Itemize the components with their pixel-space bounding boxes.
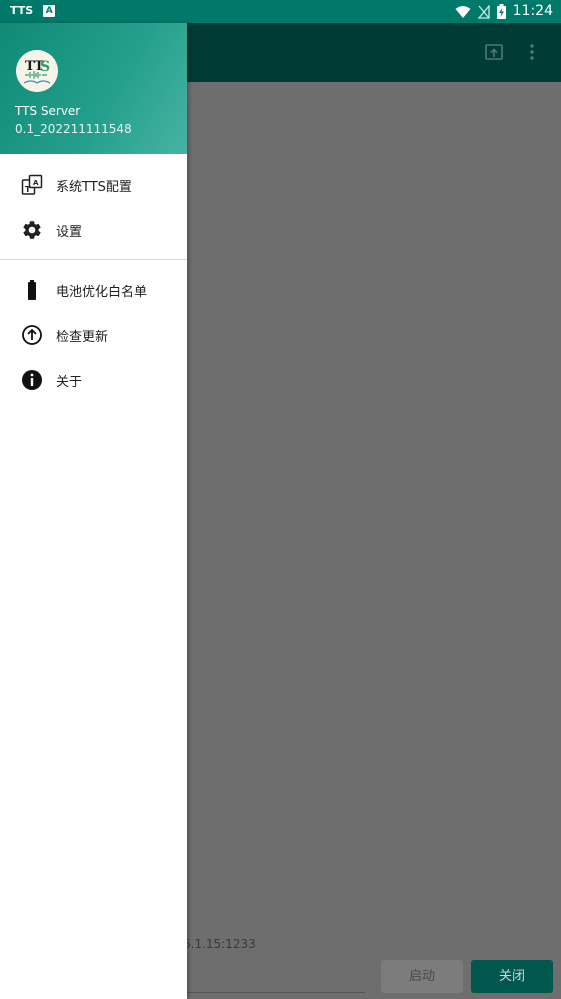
menu-label: 电池优化白名单 <box>56 285 148 300</box>
status-bar: TTS A 11:24 <box>0 0 561 23</box>
signal-off-icon <box>477 4 490 19</box>
drawer-divider <box>0 259 187 260</box>
svg-text:T: T <box>25 185 31 194</box>
input-underline <box>185 992 365 993</box>
app-logo: TT S <box>16 50 58 92</box>
svg-text:A: A <box>33 179 39 187</box>
menu-item-check-update[interactable]: 检查更新 <box>0 312 187 357</box>
app-version: 0.1_202211111548 <box>15 122 132 136</box>
arrow-up-circle-icon <box>22 325 42 345</box>
tts-notification-icon: TTS <box>10 4 34 17</box>
open-in-browser-icon[interactable] <box>485 43 503 61</box>
drawer-header: TT S TTS Server 0.1_202211111548 <box>0 23 187 154</box>
start-button[interactable]: 启动 <box>381 960 463 993</box>
battery-charging-icon <box>496 4 506 19</box>
close-button[interactable]: 关闭 <box>471 960 553 993</box>
menu-label: 系统TTS配置 <box>56 180 132 195</box>
app-notification-icon: A <box>43 4 56 17</box>
battery-icon <box>28 280 36 300</box>
menu-item-system-tts-config[interactable]: T A 系统TTS配置 <box>0 162 187 207</box>
app-name: TTS Server <box>15 104 81 118</box>
server-address: 6.1.15:1233 <box>183 937 256 951</box>
menu-label: 设置 <box>56 225 83 240</box>
gear-icon <box>23 221 41 239</box>
wifi-icon <box>455 5 471 18</box>
menu-label: 检查更新 <box>56 330 109 345</box>
menu-item-about[interactable]: 关于 <box>0 357 187 402</box>
menu-label: 关于 <box>56 375 83 390</box>
svg-text:S: S <box>40 59 50 75</box>
more-vert-icon[interactable] <box>528 43 536 61</box>
navigation-drawer: TT S TTS Server 0.1_202211111548 T A 系统T… <box>0 23 187 999</box>
menu-item-settings[interactable]: 设置 <box>0 207 187 252</box>
clock: 11:24 <box>512 3 553 19</box>
menu-item-battery-whitelist[interactable]: 电池优化白名单 <box>0 267 187 312</box>
tts-config-icon: T A <box>21 174 43 195</box>
info-icon <box>22 370 42 390</box>
